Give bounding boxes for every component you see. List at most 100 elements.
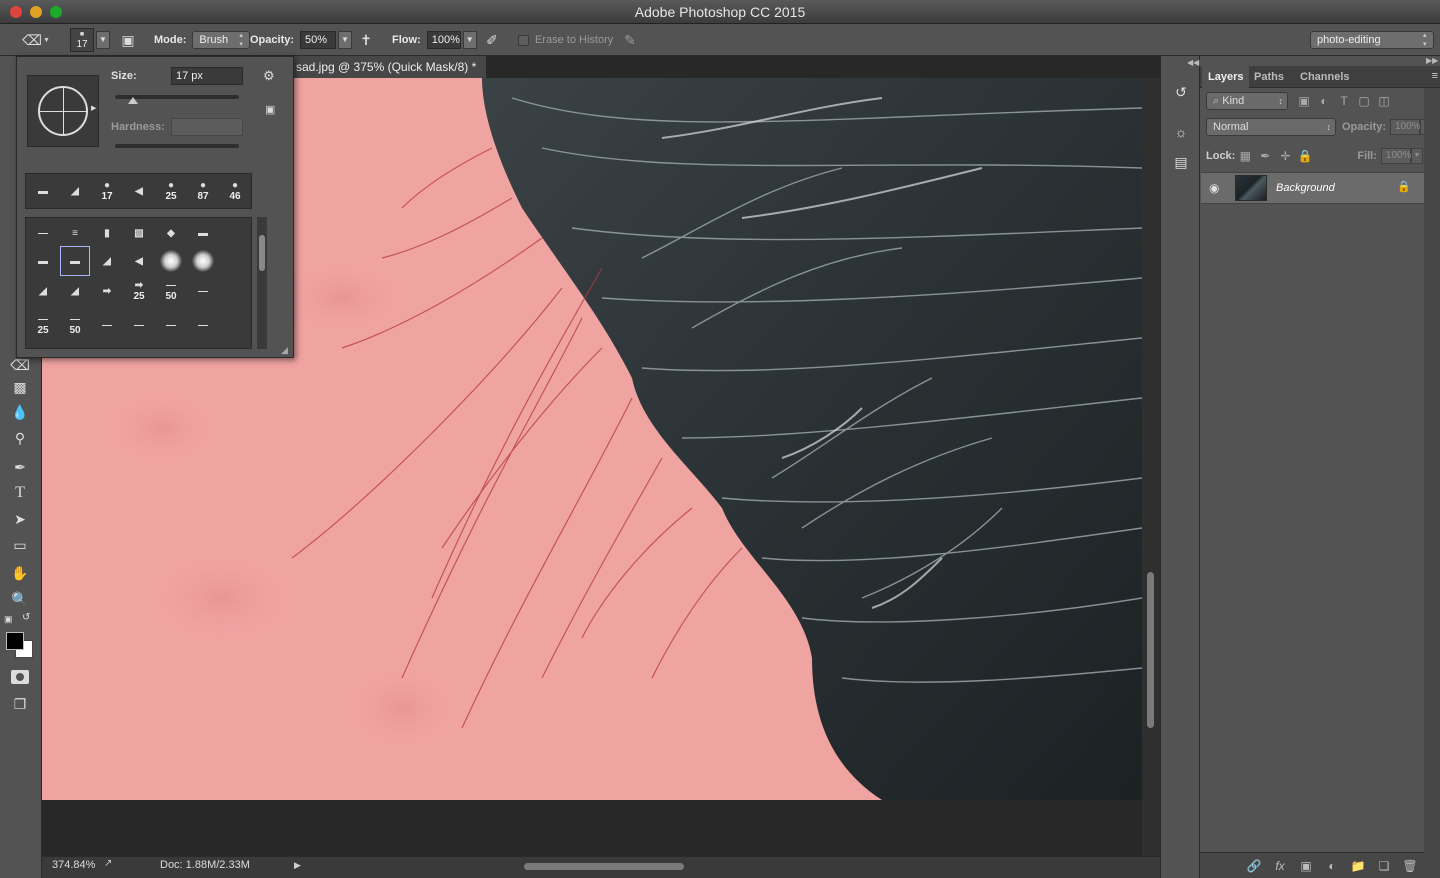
brush-preset-tip[interactable]: ◆ <box>156 218 186 248</box>
hand-tool-icon[interactable]: ✋ <box>8 562 32 584</box>
brush-preset-tip[interactable]: —50 <box>156 276 186 306</box>
eraser-icon[interactable]: ⌫ <box>22 30 42 50</box>
link-layers-icon[interactable]: 🔗 <box>1244 856 1264 876</box>
flow-dropdown[interactable]: ▼ <box>462 31 477 49</box>
soft-round-brush-tip[interactable] <box>156 246 186 276</box>
layers-scrollbar[interactable] <box>1424 88 1440 878</box>
foreground-color-swatch[interactable] <box>6 632 24 650</box>
add-mask-icon[interactable]: ▣ <box>1296 856 1316 876</box>
brush-preset-tip[interactable]: — <box>188 310 218 340</box>
lock-transparent-pixels-icon[interactable]: ▦ <box>1235 146 1255 166</box>
zoom-level[interactable]: 374.84% <box>52 859 95 871</box>
brush-preset-tip[interactable]: — <box>92 310 122 340</box>
filter-smart-object-icon[interactable]: ◫ <box>1374 91 1394 111</box>
rectangle-tool-icon[interactable]: ▭ <box>8 534 32 556</box>
brush-preset-tip[interactable]: ◢ <box>28 276 58 306</box>
hardness-input[interactable] <box>171 118 243 136</box>
erase-to-history-checkbox[interactable] <box>518 34 529 46</box>
document-tab[interactable]: sad.jpg @ 375% (Quick Mask/8) * <box>292 56 488 78</box>
brush-preset-tip[interactable]: ▬ <box>28 246 58 276</box>
tab-paths[interactable]: Paths <box>1248 66 1290 88</box>
brush-preset-tip[interactable]: ◀ <box>124 246 154 276</box>
brush-preset-tip[interactable]: ➡ 25 <box>124 276 154 306</box>
blend-mode-select[interactable]: Normal <box>1206 118 1336 136</box>
filter-pixel-icon[interactable]: ▣ <box>1294 91 1314 111</box>
brush-preset-tip[interactable]: ◢ <box>60 276 90 306</box>
brush-preset-tip[interactable]: ▬ <box>188 218 218 248</box>
recent-brush-tip[interactable]: ◀ <box>124 176 154 206</box>
pressure-opacity-icon[interactable]: ✝ <box>356 30 376 50</box>
brush-preset-tip[interactable]: —50 <box>60 310 90 340</box>
filter-shape-icon[interactable]: ▢ <box>1354 91 1374 111</box>
soft-round-brush-tip[interactable] <box>188 246 218 276</box>
pen-tool-icon[interactable]: ✒ <box>8 456 32 478</box>
brush-presets-scrollbar[interactable] <box>257 217 267 349</box>
path-selection-tool-icon[interactable]: ➤ <box>8 508 32 530</box>
brush-panel-toggle-icon[interactable]: ▣ <box>118 30 138 50</box>
lock-all-icon[interactable]: 🔒 <box>1295 146 1315 166</box>
horizontal-scroll-thumb[interactable] <box>524 863 684 870</box>
pressure-size-icon[interactable]: ✎ <box>620 30 640 50</box>
tab-layers[interactable]: Layers <box>1202 66 1250 88</box>
brush-preset-button[interactable]: ■ 17 <box>70 28 94 52</box>
layer-name[interactable]: Background <box>1276 182 1335 194</box>
brush-preset-dropdown[interactable]: ▼ <box>96 31 110 49</box>
tab-channels[interactable]: Channels <box>1294 66 1356 88</box>
mode-select[interactable]: Brush <box>192 31 251 49</box>
swatches-panel-icon[interactable]: ▤ <box>1171 152 1191 172</box>
airbrush-icon[interactable]: ✐ <box>482 30 502 50</box>
expand-panel-icon[interactable]: ▶▶ <box>1426 56 1438 65</box>
filter-type-icon[interactable]: T <box>1334 91 1354 111</box>
flow-input[interactable]: 100% <box>426 31 461 49</box>
filter-adjustment-icon[interactable]: ◐ <box>1314 91 1334 111</box>
quick-mask-icon[interactable] <box>8 666 32 688</box>
new-group-folder-icon[interactable]: 📁 <box>1348 856 1368 876</box>
workspace-select[interactable]: photo-editing <box>1310 31 1434 49</box>
brush-preset-tip[interactable]: ◢ <box>92 246 122 276</box>
share-icon[interactable]: ↗ <box>104 858 112 869</box>
filter-kind-select[interactable]: ⌕ Kind <box>1206 92 1288 110</box>
new-adjustment-layer-icon[interactable]: ◐ <box>1322 856 1342 876</box>
size-input[interactable]: 17 px <box>171 67 243 85</box>
visibility-eye-icon[interactable]: ◉ <box>1209 181 1219 195</box>
status-menu-arrow-icon[interactable]: ▶ <box>294 860 301 871</box>
lock-position-icon[interactable]: ✛ <box>1275 146 1295 166</box>
hardness-slider-track[interactable] <box>115 144 239 148</box>
layer-fill-dropdown[interactable]: ▼ <box>1410 148 1423 164</box>
layer-style-fx-icon[interactable]: fx <box>1270 856 1290 876</box>
dodge-tool-icon[interactable]: ⚲ <box>8 427 32 449</box>
recent-brush-tip[interactable]: ◢ <box>60 176 90 206</box>
recent-brush-tip[interactable]: ● 46 <box>220 176 250 206</box>
zoom-tool-icon[interactable]: 🔍 <box>8 588 32 610</box>
screen-mode-icon[interactable]: ❐ <box>8 693 32 715</box>
opacity-dropdown[interactable]: ▼ <box>338 31 353 49</box>
brush-preset-tip[interactable]: ▮ <box>92 218 122 248</box>
collapse-dock-icon[interactable]: ◀◀ <box>1187 58 1199 67</box>
layer-row-background[interactable]: ◉ Background 🔒 <box>1201 172 1424 204</box>
adjustments-panel-icon[interactable]: ☼ <box>1171 122 1191 142</box>
brush-preset-tip[interactable]: —25 <box>28 310 58 340</box>
recent-brush-tip[interactable]: ● 87 <box>188 176 218 206</box>
new-preset-icon[interactable]: ▣ <box>265 103 275 116</box>
panel-menu-icon[interactable]: ≡ <box>1432 70 1438 82</box>
delete-layer-trash-icon[interactable]: 🗑 <box>1400 856 1420 876</box>
brush-preset-tip[interactable]: — <box>188 276 218 306</box>
blur-tool-icon[interactable]: 💧 <box>8 401 32 423</box>
resize-grip-icon[interactable]: ◢ <box>281 345 288 356</box>
picker-settings-gear-icon[interactable]: ⚙ <box>263 68 275 84</box>
size-slider-thumb[interactable] <box>128 97 138 104</box>
brush-preset-tip[interactable]: — <box>28 218 58 248</box>
vertical-scroll-thumb[interactable] <box>1147 572 1154 728</box>
history-panel-icon[interactable]: ↺ <box>1171 82 1191 102</box>
tool-preset-dropdown-icon[interactable]: ▼ <box>43 37 50 44</box>
selected-brush-preset-tip[interactable]: ▬ <box>60 246 90 276</box>
recent-brush-tip[interactable]: ● 25 <box>156 176 186 206</box>
brush-preset-tip[interactable]: — <box>156 310 186 340</box>
new-layer-icon[interactable]: ❏ <box>1374 856 1394 876</box>
opacity-input[interactable]: 50% <box>300 31 337 49</box>
lock-image-pixels-icon[interactable]: ✒ <box>1255 146 1275 166</box>
layer-lock-icon[interactable]: 🔒 <box>1397 180 1411 193</box>
type-tool-icon[interactable]: T <box>8 482 32 504</box>
layer-fill-input[interactable]: 100% <box>1380 148 1411 164</box>
brush-preset-tip[interactable]: — <box>124 310 154 340</box>
